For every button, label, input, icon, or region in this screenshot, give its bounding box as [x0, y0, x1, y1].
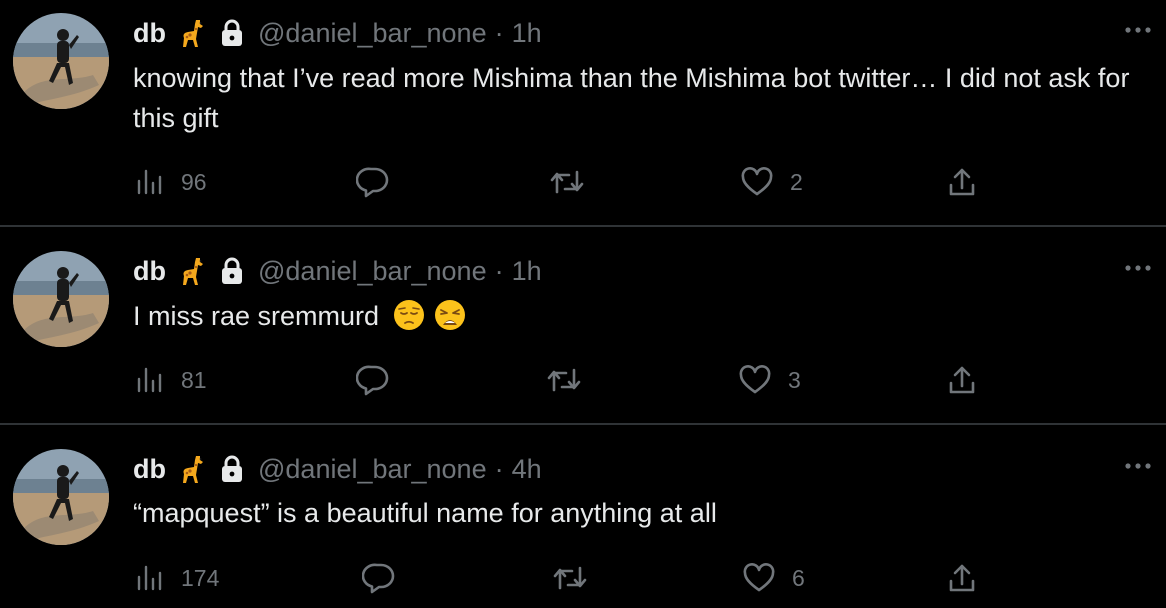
tweet-timestamp[interactable]: 1h	[512, 256, 542, 287]
tweet-actions: 81 3	[0, 360, 1166, 400]
giraffe-emoji-icon	[176, 255, 208, 287]
avatar[interactable]	[13, 13, 109, 109]
share-icon	[947, 562, 977, 594]
tweet-actions: 96 2	[0, 162, 1166, 202]
tweet-text: knowing that I’ve read more Mishima than…	[133, 63, 1130, 133]
reply-button[interactable]	[362, 558, 396, 598]
heart-icon	[742, 563, 776, 593]
views-button[interactable]: 174	[135, 558, 219, 598]
like-button[interactable]: 2	[740, 162, 803, 202]
heart-icon	[740, 167, 774, 197]
like-button[interactable]: 6	[742, 558, 805, 598]
views-count: 96	[181, 168, 207, 195]
reply-button[interactable]	[356, 162, 390, 202]
share-button[interactable]	[947, 360, 977, 400]
retweet-button[interactable]	[552, 558, 588, 598]
avatar[interactable]	[13, 251, 109, 347]
author-name[interactable]: db	[133, 454, 166, 485]
retweet-icon	[546, 365, 582, 395]
reply-icon	[362, 562, 396, 594]
share-button[interactable]	[947, 558, 977, 598]
weary-face-emoji-icon	[434, 299, 466, 331]
tweet[interactable]: db @daniel_bar_none · 1h knowing that I’…	[0, 0, 1166, 227]
avatar[interactable]	[13, 449, 109, 545]
protected-lock-icon	[220, 19, 244, 47]
share-icon	[947, 166, 977, 198]
author-handle[interactable]: @daniel_bar_none	[258, 454, 487, 485]
author-handle[interactable]: @daniel_bar_none	[258, 18, 487, 49]
share-icon	[947, 364, 977, 396]
more-options-icon[interactable]	[1124, 260, 1152, 271]
heart-icon	[738, 365, 772, 395]
views-count: 81	[181, 366, 207, 393]
tweet-timestamp[interactable]: 1h	[512, 18, 542, 49]
tweet[interactable]: db @daniel_bar_none · 1h I miss rae srem…	[0, 227, 1166, 425]
like-button[interactable]: 3	[738, 360, 801, 400]
reply-button[interactable]	[356, 360, 390, 400]
reply-icon	[356, 166, 390, 198]
retweet-icon	[549, 167, 585, 197]
protected-lock-icon	[220, 455, 244, 483]
tweet-timestamp[interactable]: 4h	[512, 454, 542, 485]
separator-dot: ·	[494, 453, 504, 484]
author-name[interactable]: db	[133, 18, 166, 49]
retweet-button[interactable]	[549, 162, 585, 202]
separator-dot: ·	[494, 255, 504, 286]
views-button[interactable]: 81	[135, 360, 207, 400]
giraffe-emoji-icon	[176, 17, 208, 49]
likes-count: 3	[788, 366, 801, 393]
giraffe-emoji-icon	[176, 453, 208, 485]
separator-dot: ·	[494, 17, 504, 48]
views-button[interactable]: 96	[135, 162, 207, 202]
views-chart-icon	[135, 563, 165, 593]
tweet-text: “mapquest” is a beautiful name for anyth…	[133, 498, 717, 528]
views-count: 174	[181, 564, 220, 591]
author-name[interactable]: db	[133, 256, 166, 287]
retweet-icon	[552, 563, 588, 593]
reply-icon	[356, 364, 390, 396]
tweet-text: I miss rae sremmurd	[133, 301, 380, 331]
tweet-text-container: I miss rae sremmurd	[133, 296, 1133, 336]
author-handle[interactable]: @daniel_bar_none	[258, 256, 487, 287]
likes-count: 2	[790, 168, 803, 195]
views-chart-icon	[135, 167, 165, 197]
views-chart-icon	[135, 365, 165, 395]
tweet[interactable]: db @daniel_bar_none · 4h “mapquest” is a…	[0, 425, 1166, 608]
likes-count: 6	[792, 564, 805, 591]
more-options-icon[interactable]	[1124, 22, 1152, 33]
tweet-actions: 174 6	[0, 558, 1166, 598]
share-button[interactable]	[947, 162, 977, 202]
more-options-icon[interactable]	[1124, 458, 1152, 469]
retweet-button[interactable]	[546, 360, 582, 400]
pensive-face-emoji-icon	[393, 299, 425, 331]
protected-lock-icon	[220, 257, 244, 285]
